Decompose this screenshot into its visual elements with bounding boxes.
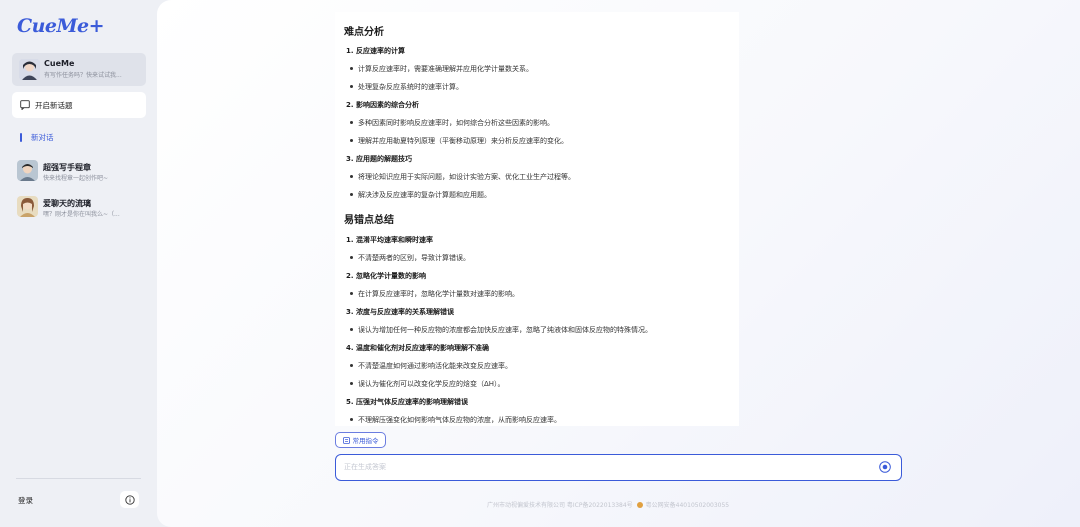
avatar [17,196,38,217]
conversation-subtitle: 快来找程章一起创作吧~ [43,175,109,182]
bullet-text: 不清楚温度如何通过影响活化能来改变反应速率。 [350,362,512,370]
item-title: 5. 压强对气体反应速率的影响理解错误 [346,398,468,406]
bullet-text: 在计算反应速率时，忽略化学计量数对速率的影响。 [350,290,519,298]
bullet-text: 计算反应速率时，需要准确理解并应用化学计量数关系。 [350,65,533,73]
assistant-name: CueMe [44,59,75,68]
footer: 广州市动视偏爱技术有限公司 粤ICP备2022013384号 粤公网安备4401… [487,500,729,509]
stop-generating-icon[interactable] [879,461,891,473]
bullet-text: 误认为催化剂可以改变化学反应的焓变（ΔH）。 [350,380,505,388]
new-topic-button[interactable]: 开启新话题 [12,92,146,118]
conversation-subtitle: 嘿？刚才是你在叫我么~（... [43,211,120,218]
section-title: 易错点总结 [344,215,394,226]
item-title: 4. 温度和催化剂对反应速率的影响理解不准确 [346,344,489,352]
login-link[interactable]: 登录 [18,495,33,506]
bullet-text: 处理复杂反应系统时的速率计算。 [350,83,463,91]
bullet-text: 不清楚两者的区别，导致计算错误。 [350,254,470,262]
new-topic-label: 开启新话题 [35,100,73,110]
info-button[interactable] [120,491,139,508]
answer-content: 难点分析 1. 反应速率的计算 计算反应速率时，需要准确理解并应用化学计量数关系… [335,12,739,426]
command-icon [342,436,350,444]
item-title: 2. 影响因素的综合分析 [346,101,419,109]
new-chat-item[interactable]: 新对话 [20,131,54,143]
item-title: 3. 应用题的解题技巧 [346,155,412,163]
assistant-card-cueme[interactable]: CueMe 有写作任务吗？快来试试我... [12,53,146,86]
info-icon [124,494,135,505]
common-commands-button[interactable]: 常用指令 [335,432,386,448]
bullet-text: 误认为增加任何一种反应物的浓度都会加快反应速率，忽略了纯液体和固体反应物的特殊情… [350,326,652,334]
conversation-title: 爱聊天的流璃 [43,199,91,208]
item-title: 1. 混淆平均速率和瞬时速率 [346,236,433,244]
main-panel: 难点分析 1. 反应速率的计算 计算反应速率时，需要准确理解并应用化学计量数关系… [157,0,1080,527]
message-input[interactable] [344,461,864,473]
bullet-text: 多种因素同时影响反应速率时，如何综合分析这些因素的影响。 [350,119,554,127]
police-badge-icon [636,501,643,508]
conversation-item[interactable]: 超强写手程章 快来找程章一起创作吧~ [16,159,150,185]
bullet-text: 理解并应用勒夏特列原理（平衡移动原理）来分析反应速率的变化。 [350,137,568,145]
conversation-item[interactable]: 爱聊天的流璃 嘿？刚才是你在叫我么~（... [16,195,150,221]
item-title: 2. 忽略化学计量数的影响 [346,272,426,280]
avatar [17,160,38,181]
icp-text[interactable]: 广州市动视偏爱技术有限公司 粤ICP备2022013384号 [487,500,633,509]
section-title: 难点分析 [344,27,384,38]
avatar [19,59,40,80]
bullet-text: 不理解压强变化如何影响气体反应物的浓度，从而影响反应速率。 [350,416,561,424]
message-input-box[interactable] [335,454,902,481]
sidebar-divider [16,478,141,479]
app-logo[interactable]: CueMe+ [17,15,105,37]
sidebar: CueMe+ CueMe 有写作任务吗？快来试试我... 开启新话题 新对话 超… [0,0,157,527]
conversation-title: 超强写手程章 [43,163,91,172]
item-title: 3. 浓度与反应速率的关系理解错误 [346,308,454,316]
police-text[interactable]: 粤公网安备44010502003055 [646,500,729,509]
item-title: 1. 反应速率的计算 [346,47,405,55]
active-indicator [20,132,22,142]
common-commands-label: 常用指令 [352,437,379,445]
assistant-subtitle: 有写作任务吗？快来试试我... [44,72,122,79]
chat-plus-icon [20,100,30,110]
bullet-text: 解决涉及反应速率的复杂计算题和应用题。 [350,191,491,199]
new-chat-label: 新对话 [31,132,54,142]
bullet-text: 将理论知识应用于实际问题，如设计实验方案、优化工业生产过程等。 [350,173,575,181]
